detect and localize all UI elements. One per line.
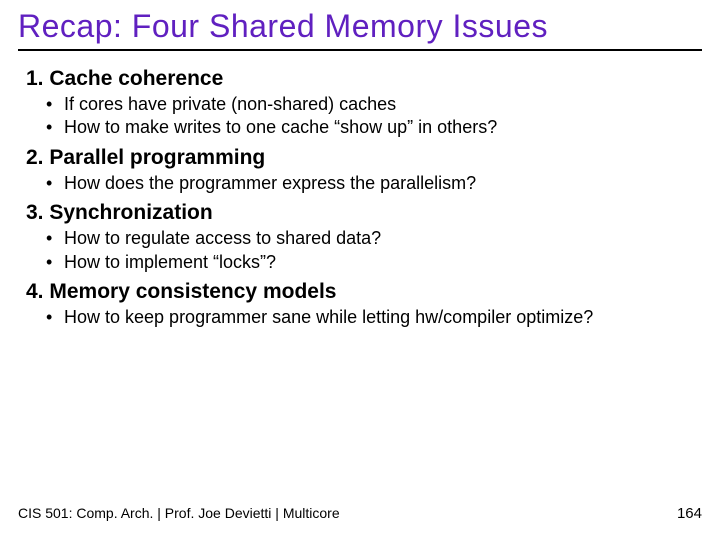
bullet-item: How to regulate access to shared data? — [64, 227, 702, 250]
item-heading: 4. Memory consistency models — [26, 280, 702, 304]
bullet-list: How to keep programmer sane while lettin… — [26, 306, 702, 329]
item-title: Memory consistency models — [49, 280, 336, 303]
bullet-list: If cores have private (non-shared) cache… — [26, 93, 702, 140]
bullet-item: How does the programmer express the para… — [64, 172, 702, 195]
item-number: 4. — [26, 280, 44, 303]
item-title: Cache coherence — [49, 67, 223, 90]
list-item: 2. Parallel programming How does the pro… — [26, 146, 702, 195]
bullet-item: How to keep programmer sane while lettin… — [64, 306, 702, 329]
bullet-item: If cores have private (non-shared) cache… — [64, 93, 702, 116]
item-heading: 2. Parallel programming — [26, 146, 702, 170]
slide-content: 1. Cache coherence If cores have private… — [18, 67, 702, 329]
bullet-item: How to make writes to one cache “show up… — [64, 116, 702, 139]
footer-text: CIS 501: Comp. Arch. | Prof. Joe Deviett… — [18, 505, 340, 521]
slide-footer: CIS 501: Comp. Arch. | Prof. Joe Deviett… — [18, 505, 702, 522]
bullet-list: How to regulate access to shared data? H… — [26, 227, 702, 274]
item-title: Parallel programming — [49, 146, 265, 169]
item-number: 2. — [26, 146, 44, 169]
bullet-item: How to implement “locks”? — [64, 251, 702, 274]
page-number: 164 — [677, 505, 702, 522]
item-heading: 3. Synchronization — [26, 201, 702, 225]
list-item: 3. Synchronization How to regulate acces… — [26, 201, 702, 274]
list-item: 4. Memory consistency models How to keep… — [26, 280, 702, 329]
item-heading: 1. Cache coherence — [26, 67, 702, 91]
list-item: 1. Cache coherence If cores have private… — [26, 67, 702, 140]
bullet-list: How does the programmer express the para… — [26, 172, 702, 195]
slide-title: Recap: Four Shared Memory Issues — [18, 8, 702, 51]
item-number: 3. — [26, 201, 44, 224]
item-title: Synchronization — [49, 201, 212, 224]
item-number: 1. — [26, 67, 44, 90]
